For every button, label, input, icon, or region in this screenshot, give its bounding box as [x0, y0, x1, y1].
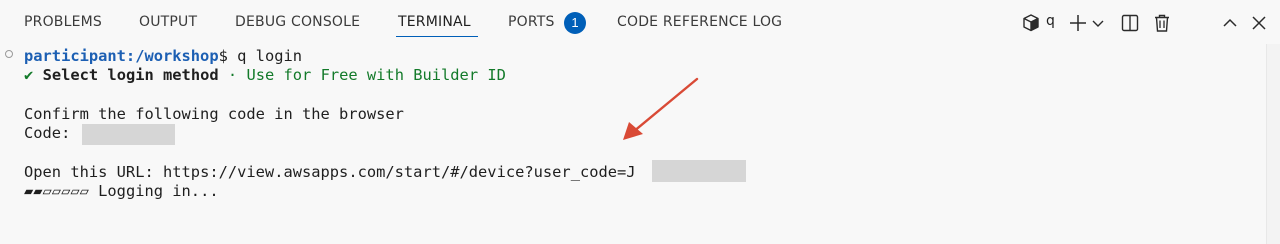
code-label: Code:	[24, 124, 80, 142]
ports-count-badge: 1	[564, 12, 586, 34]
select-method-line: ✔ Select login method · Use for Free wit…	[24, 65, 506, 85]
check-icon: ✔	[24, 66, 34, 84]
annotation-arrow-icon	[623, 77, 699, 140]
terminal-name[interactable]: q	[1046, 13, 1055, 29]
url-line: Open this URL: https://view.awsapps.com/…	[24, 162, 636, 182]
close-icon[interactable]	[1249, 12, 1269, 34]
panel-tab-bar: PROBLEMS OUTPUT DEBUG CONSOLE TERMINAL P…	[0, 0, 1280, 44]
terminal-panel: PROBLEMS OUTPUT DEBUG CONSOLE TERMINAL P…	[0, 0, 1280, 244]
selected-option: Use for Free with Builder ID	[246, 66, 506, 84]
tab-debug-console[interactable]: DEBUG CONSOLE	[235, 14, 360, 30]
status-line: ▰▰▱▱▱▱▱ Logging in...	[24, 181, 219, 201]
select-method-label: Select login method	[42, 66, 219, 84]
prompt-host: participant:/workshop	[24, 47, 219, 65]
confirm-line: Confirm the following code in the browse…	[24, 105, 404, 123]
separator-dot: ·	[218, 66, 247, 84]
code-line: Code:	[24, 123, 80, 143]
prompt-line: participant:/workshop$ q login	[24, 46, 302, 66]
split-icon[interactable]	[1120, 12, 1140, 34]
redacted-code	[82, 124, 175, 145]
plus-icon[interactable]	[1067, 12, 1089, 34]
command-decoration-icon[interactable]	[5, 50, 13, 58]
tab-code-reference-log[interactable]: CODE REFERENCE LOG	[617, 14, 782, 30]
tab-output[interactable]: OUTPUT	[139, 14, 197, 30]
terminal-output[interactable]: participant:/workshop$ q login ✔ Select …	[0, 44, 1266, 244]
prompt-symbol: $	[218, 47, 228, 65]
chevron-up-icon[interactable]	[1220, 12, 1240, 34]
progress-spinner: ▰▰▱▱▱▱▱	[24, 182, 89, 200]
cube-icon[interactable]	[1021, 12, 1041, 34]
command-text: q login	[227, 47, 303, 65]
chevron-down-icon[interactable]	[1091, 12, 1105, 34]
url-label: Open this URL:	[24, 163, 163, 181]
device-url-link[interactable]: https://view.awsapps.com/start/#/device?…	[163, 163, 636, 181]
tab-ports[interactable]: PORTS	[508, 14, 555, 30]
active-tab-indicator	[396, 36, 478, 37]
tab-terminal[interactable]: TERMINAL	[398, 14, 471, 30]
tab-problems[interactable]: PROBLEMS	[24, 14, 102, 30]
status-text: Logging in...	[88, 182, 219, 200]
terminal-scrollbar[interactable]	[1266, 44, 1280, 244]
redacted-user-code	[652, 160, 746, 182]
trash-icon[interactable]	[1152, 12, 1172, 34]
